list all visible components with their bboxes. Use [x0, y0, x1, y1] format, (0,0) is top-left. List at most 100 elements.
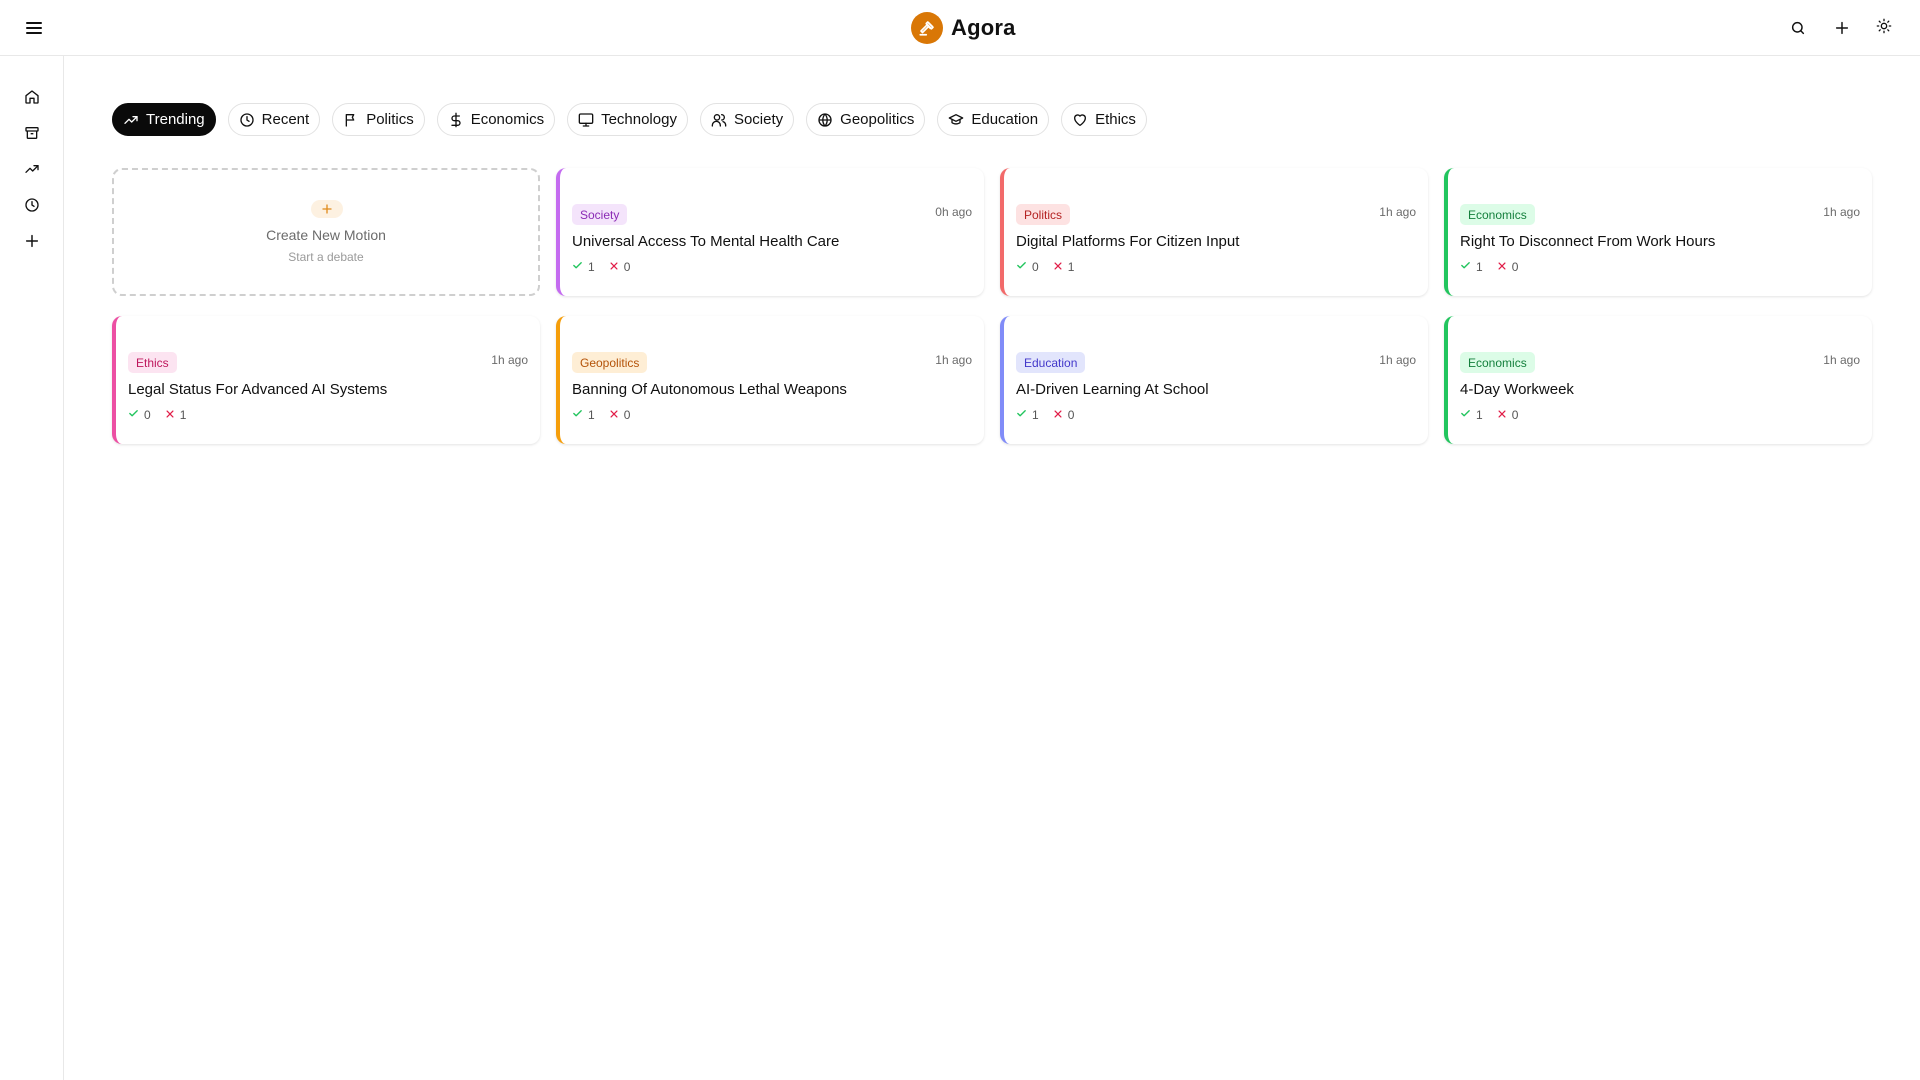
no-count: 1	[179, 408, 187, 422]
filter-economics[interactable]: Economics	[436, 103, 556, 136]
no-count: 0	[623, 260, 631, 274]
vote-counts: 10	[572, 408, 630, 422]
no-count: 1	[1067, 260, 1075, 274]
top-header: Agora	[0, 0, 1920, 56]
sidebar-item-archive[interactable]	[20, 121, 44, 145]
search-icon[interactable]	[1786, 16, 1810, 40]
timestamp: 1h ago	[1823, 205, 1860, 219]
motion-card[interactable]: Society 0h ago Universal Access To Mental …	[556, 168, 984, 296]
filter-recent[interactable]: Recent	[227, 103, 321, 136]
timestamp: 1h ago	[1379, 353, 1416, 367]
filter-label: Trending	[146, 111, 205, 128]
motion-title: Universal Access To Mental Health Care	[572, 233, 840, 250]
menu-icon[interactable]	[22, 16, 46, 40]
yes-count: 1	[1476, 408, 1483, 422]
check-icon	[1460, 408, 1471, 422]
motion-title: Legal Status For Advanced AI Systems	[128, 381, 388, 398]
x-icon	[1053, 260, 1063, 274]
no-votes: 0	[609, 260, 631, 274]
x-icon	[1497, 408, 1507, 422]
graduation-cap-icon	[949, 113, 964, 125]
motion-card[interactable]: Economics 1h ago 4-Day Workweek 1 0	[1444, 316, 1872, 444]
yes-votes: 0	[1016, 260, 1039, 274]
motion-title: Banning Of Autonomous Lethal Weapons	[572, 381, 847, 398]
vote-counts: 01	[128, 408, 186, 422]
yes-votes: 1	[1016, 408, 1039, 422]
motion-card[interactable]: Education 1h ago AI-Driven Learning At Sch…	[1000, 316, 1428, 444]
sidebar-item-trending[interactable]	[20, 157, 44, 181]
vote-counts: 10	[1460, 260, 1518, 274]
vote-counts: 10	[572, 260, 630, 274]
brand[interactable]: Agora	[911, 12, 1016, 44]
create-motion-title: Create New Motion	[266, 227, 386, 243]
filter-label: Geopolitics	[840, 111, 915, 128]
motion-card[interactable]: Economics 1h ago Right To Disconnect From …	[1444, 168, 1872, 296]
filter-education[interactable]: Education	[937, 103, 1050, 136]
filter-label: Recent	[261, 111, 310, 128]
motion-card[interactable]: Geopolitics 1h ago Banning Of Autonomous L…	[556, 316, 984, 444]
sidebar-item-home[interactable]	[20, 85, 44, 109]
sidebar	[0, 56, 64, 1080]
category-tag[interactable]: Ethics	[128, 352, 177, 373]
check-icon	[572, 260, 583, 274]
yes-votes: 0	[128, 408, 151, 422]
motion-title: 4-Day Workweek	[1460, 381, 1574, 398]
search-icon[interactable]	[1456, 16, 1480, 40]
filter-geopolitics[interactable]: Geopolitics	[806, 103, 926, 136]
gavel-icon	[911, 12, 943, 44]
motion-title: Right To Disconnect From Work Hours	[1460, 233, 1716, 250]
trending-icon	[124, 115, 138, 124]
yes-count: 1	[588, 260, 595, 274]
plus-icon	[311, 200, 343, 218]
motion-card[interactable]: Politics 1h ago Digital Platforms For Citi…	[1000, 168, 1428, 296]
yes-votes: 1	[572, 408, 595, 422]
check-icon	[1460, 260, 1471, 274]
x-icon	[609, 408, 619, 422]
app-name: Agora	[951, 15, 1016, 40]
users-icon	[711, 113, 727, 127]
monitor-icon	[578, 112, 594, 127]
x-icon	[1497, 260, 1507, 274]
no-votes: 1	[1053, 260, 1075, 274]
motion-card[interactable]: Ethics 1h ago Legal Status For Advanced AI…	[112, 316, 540, 444]
filter-ethics[interactable]: Ethics	[1061, 103, 1147, 136]
timestamp: 1h ago	[1823, 353, 1860, 367]
no-count: 0	[1511, 260, 1519, 274]
filter-technology[interactable]: Technology	[567, 103, 688, 136]
category-tag[interactable]: Education	[1016, 352, 1086, 373]
filter-society[interactable]: Society	[699, 103, 795, 136]
x-icon	[609, 260, 619, 274]
category-tag[interactable]: Society	[572, 204, 628, 225]
sidebar-item-recent[interactable]	[20, 193, 44, 217]
no-votes: 0	[1497, 408, 1519, 422]
yes-count: 1	[1032, 408, 1039, 422]
yes-votes: 1	[1460, 260, 1483, 274]
heart-icon	[1074, 113, 1087, 126]
no-count: 0	[1511, 408, 1519, 422]
vote-counts: 01	[1016, 260, 1074, 274]
motion-title: AI-Driven Learning At School	[1016, 381, 1209, 398]
x-icon	[1053, 408, 1063, 422]
flag-icon	[345, 113, 355, 127]
clock-icon	[239, 112, 254, 127]
globe-icon	[818, 112, 832, 127]
filter-label: Economics	[470, 111, 545, 128]
category-tag[interactable]: Economics	[1460, 352, 1535, 373]
filter-trending[interactable]: Trending	[112, 103, 216, 136]
create-motion-subtitle: Start a debate	[288, 250, 364, 264]
sidebar-item-create[interactable]	[20, 229, 44, 253]
category-tag[interactable]: Economics	[1460, 204, 1535, 225]
filter-politics[interactable]: Politics	[332, 103, 425, 136]
check-icon	[1016, 408, 1027, 422]
x-icon	[165, 408, 175, 422]
no-votes: 0	[609, 408, 630, 422]
create-motion-card[interactable]: Create New Motion Start a debate	[112, 168, 540, 296]
timestamp: 1h ago	[1379, 205, 1416, 219]
plus-icon[interactable]	[1830, 16, 1854, 40]
category-tag[interactable]: Politics	[1016, 204, 1071, 225]
sun-icon[interactable]	[1872, 14, 1896, 38]
motion-title: Digital Platforms For Citizen Input	[1016, 233, 1240, 250]
category-tag[interactable]: Geopolitics	[572, 352, 648, 373]
yes-count: 1	[1476, 260, 1483, 274]
category-filters: Trending Recent Politics Economics Techn…	[112, 103, 1147, 136]
